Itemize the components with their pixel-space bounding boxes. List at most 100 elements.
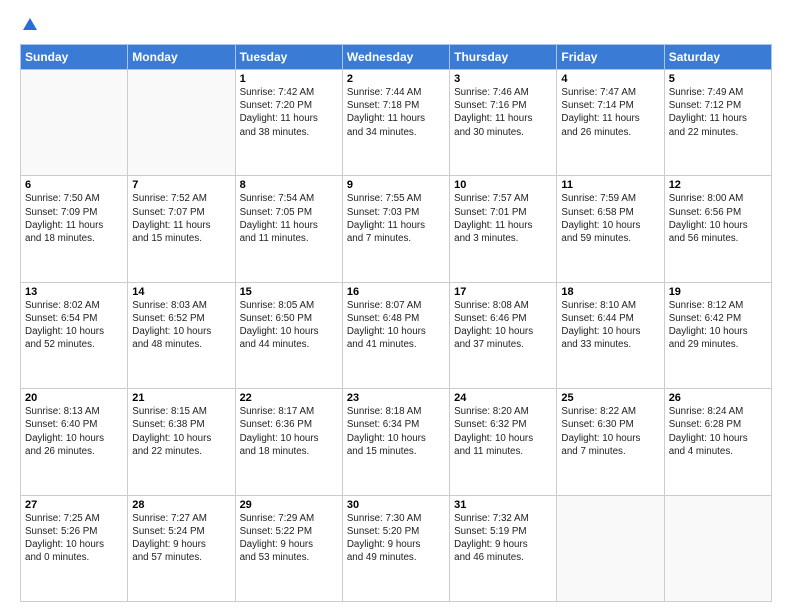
logo-icon <box>21 16 39 34</box>
day-info: Sunrise: 7:59 AM Sunset: 6:58 PM Dayligh… <box>561 192 659 245</box>
day-number: 25 <box>561 392 659 404</box>
day-info: Sunrise: 7:27 AM Sunset: 5:24 PM Dayligh… <box>132 512 230 565</box>
logo <box>20 16 39 34</box>
calendar-header-row: SundayMondayTuesdayWednesdayThursdayFrid… <box>21 45 772 70</box>
day-number: 24 <box>454 392 552 404</box>
day-header-monday: Monday <box>128 45 235 70</box>
day-info: Sunrise: 7:49 AM Sunset: 7:12 PM Dayligh… <box>669 86 767 139</box>
calendar-week-0: 1Sunrise: 7:42 AM Sunset: 7:20 PM Daylig… <box>21 70 772 176</box>
calendar-cell: 9Sunrise: 7:55 AM Sunset: 7:03 PM Daylig… <box>342 176 449 282</box>
day-info: Sunrise: 8:15 AM Sunset: 6:38 PM Dayligh… <box>132 405 230 458</box>
calendar-cell: 25Sunrise: 8:22 AM Sunset: 6:30 PM Dayli… <box>557 389 664 495</box>
day-number: 11 <box>561 179 659 191</box>
day-info: Sunrise: 8:07 AM Sunset: 6:48 PM Dayligh… <box>347 299 445 352</box>
day-number: 3 <box>454 73 552 85</box>
day-info: Sunrise: 7:57 AM Sunset: 7:01 PM Dayligh… <box>454 192 552 245</box>
day-info: Sunrise: 8:03 AM Sunset: 6:52 PM Dayligh… <box>132 299 230 352</box>
day-info: Sunrise: 7:50 AM Sunset: 7:09 PM Dayligh… <box>25 192 123 245</box>
day-number: 10 <box>454 179 552 191</box>
calendar-cell: 3Sunrise: 7:46 AM Sunset: 7:16 PM Daylig… <box>450 70 557 176</box>
calendar-cell: 16Sunrise: 8:07 AM Sunset: 6:48 PM Dayli… <box>342 282 449 388</box>
calendar-cell: 2Sunrise: 7:44 AM Sunset: 7:18 PM Daylig… <box>342 70 449 176</box>
calendar-cell: 22Sunrise: 8:17 AM Sunset: 6:36 PM Dayli… <box>235 389 342 495</box>
calendar-cell <box>21 70 128 176</box>
day-number: 27 <box>25 499 123 511</box>
calendar-week-4: 27Sunrise: 7:25 AM Sunset: 5:26 PM Dayli… <box>21 495 772 601</box>
day-number: 28 <box>132 499 230 511</box>
day-number: 9 <box>347 179 445 191</box>
day-info: Sunrise: 8:13 AM Sunset: 6:40 PM Dayligh… <box>25 405 123 458</box>
day-info: Sunrise: 8:24 AM Sunset: 6:28 PM Dayligh… <box>669 405 767 458</box>
day-number: 1 <box>240 73 338 85</box>
day-info: Sunrise: 8:05 AM Sunset: 6:50 PM Dayligh… <box>240 299 338 352</box>
calendar-cell: 24Sunrise: 8:20 AM Sunset: 6:32 PM Dayli… <box>450 389 557 495</box>
day-number: 12 <box>669 179 767 191</box>
day-header-tuesday: Tuesday <box>235 45 342 70</box>
day-info: Sunrise: 8:12 AM Sunset: 6:42 PM Dayligh… <box>669 299 767 352</box>
day-info: Sunrise: 8:10 AM Sunset: 6:44 PM Dayligh… <box>561 299 659 352</box>
calendar-cell: 21Sunrise: 8:15 AM Sunset: 6:38 PM Dayli… <box>128 389 235 495</box>
day-info: Sunrise: 8:20 AM Sunset: 6:32 PM Dayligh… <box>454 405 552 458</box>
day-header-saturday: Saturday <box>664 45 771 70</box>
calendar-cell: 11Sunrise: 7:59 AM Sunset: 6:58 PM Dayli… <box>557 176 664 282</box>
day-info: Sunrise: 7:32 AM Sunset: 5:19 PM Dayligh… <box>454 512 552 565</box>
day-number: 13 <box>25 286 123 298</box>
day-info: Sunrise: 8:02 AM Sunset: 6:54 PM Dayligh… <box>25 299 123 352</box>
day-info: Sunrise: 8:22 AM Sunset: 6:30 PM Dayligh… <box>561 405 659 458</box>
calendar-cell: 29Sunrise: 7:29 AM Sunset: 5:22 PM Dayli… <box>235 495 342 601</box>
calendar-cell <box>128 70 235 176</box>
calendar-cell: 10Sunrise: 7:57 AM Sunset: 7:01 PM Dayli… <box>450 176 557 282</box>
calendar-cell: 18Sunrise: 8:10 AM Sunset: 6:44 PM Dayli… <box>557 282 664 388</box>
day-number: 6 <box>25 179 123 191</box>
day-header-wednesday: Wednesday <box>342 45 449 70</box>
calendar-week-3: 20Sunrise: 8:13 AM Sunset: 6:40 PM Dayli… <box>21 389 772 495</box>
day-info: Sunrise: 8:08 AM Sunset: 6:46 PM Dayligh… <box>454 299 552 352</box>
day-header-thursday: Thursday <box>450 45 557 70</box>
day-info: Sunrise: 7:25 AM Sunset: 5:26 PM Dayligh… <box>25 512 123 565</box>
calendar-cell: 8Sunrise: 7:54 AM Sunset: 7:05 PM Daylig… <box>235 176 342 282</box>
day-number: 21 <box>132 392 230 404</box>
header <box>20 16 772 34</box>
day-number: 29 <box>240 499 338 511</box>
day-number: 8 <box>240 179 338 191</box>
calendar-cell: 30Sunrise: 7:30 AM Sunset: 5:20 PM Dayli… <box>342 495 449 601</box>
calendar-cell: 13Sunrise: 8:02 AM Sunset: 6:54 PM Dayli… <box>21 282 128 388</box>
day-number: 4 <box>561 73 659 85</box>
day-header-sunday: Sunday <box>21 45 128 70</box>
calendar-cell: 28Sunrise: 7:27 AM Sunset: 5:24 PM Dayli… <box>128 495 235 601</box>
day-info: Sunrise: 7:54 AM Sunset: 7:05 PM Dayligh… <box>240 192 338 245</box>
calendar-cell: 20Sunrise: 8:13 AM Sunset: 6:40 PM Dayli… <box>21 389 128 495</box>
day-number: 7 <box>132 179 230 191</box>
calendar-table: SundayMondayTuesdayWednesdayThursdayFrid… <box>20 44 772 602</box>
calendar-cell: 17Sunrise: 8:08 AM Sunset: 6:46 PM Dayli… <box>450 282 557 388</box>
day-header-friday: Friday <box>557 45 664 70</box>
day-info: Sunrise: 7:44 AM Sunset: 7:18 PM Dayligh… <box>347 86 445 139</box>
day-number: 17 <box>454 286 552 298</box>
calendar-cell <box>664 495 771 601</box>
page: SundayMondayTuesdayWednesdayThursdayFrid… <box>0 0 792 612</box>
day-number: 2 <box>347 73 445 85</box>
calendar-cell: 4Sunrise: 7:47 AM Sunset: 7:14 PM Daylig… <box>557 70 664 176</box>
calendar-cell: 15Sunrise: 8:05 AM Sunset: 6:50 PM Dayli… <box>235 282 342 388</box>
day-number: 26 <box>669 392 767 404</box>
day-info: Sunrise: 7:47 AM Sunset: 7:14 PM Dayligh… <box>561 86 659 139</box>
day-number: 18 <box>561 286 659 298</box>
calendar-cell: 12Sunrise: 8:00 AM Sunset: 6:56 PM Dayli… <box>664 176 771 282</box>
day-number: 20 <box>25 392 123 404</box>
calendar-week-1: 6Sunrise: 7:50 AM Sunset: 7:09 PM Daylig… <box>21 176 772 282</box>
calendar-cell: 27Sunrise: 7:25 AM Sunset: 5:26 PM Dayli… <box>21 495 128 601</box>
calendar-cell <box>557 495 664 601</box>
day-number: 31 <box>454 499 552 511</box>
day-info: Sunrise: 8:18 AM Sunset: 6:34 PM Dayligh… <box>347 405 445 458</box>
calendar-cell: 6Sunrise: 7:50 AM Sunset: 7:09 PM Daylig… <box>21 176 128 282</box>
calendar-cell: 7Sunrise: 7:52 AM Sunset: 7:07 PM Daylig… <box>128 176 235 282</box>
day-info: Sunrise: 7:55 AM Sunset: 7:03 PM Dayligh… <box>347 192 445 245</box>
calendar-cell: 26Sunrise: 8:24 AM Sunset: 6:28 PM Dayli… <box>664 389 771 495</box>
day-info: Sunrise: 8:00 AM Sunset: 6:56 PM Dayligh… <box>669 192 767 245</box>
day-info: Sunrise: 7:42 AM Sunset: 7:20 PM Dayligh… <box>240 86 338 139</box>
calendar-cell: 19Sunrise: 8:12 AM Sunset: 6:42 PM Dayli… <box>664 282 771 388</box>
calendar-cell: 31Sunrise: 7:32 AM Sunset: 5:19 PM Dayli… <box>450 495 557 601</box>
day-info: Sunrise: 7:30 AM Sunset: 5:20 PM Dayligh… <box>347 512 445 565</box>
calendar-week-2: 13Sunrise: 8:02 AM Sunset: 6:54 PM Dayli… <box>21 282 772 388</box>
day-number: 16 <box>347 286 445 298</box>
